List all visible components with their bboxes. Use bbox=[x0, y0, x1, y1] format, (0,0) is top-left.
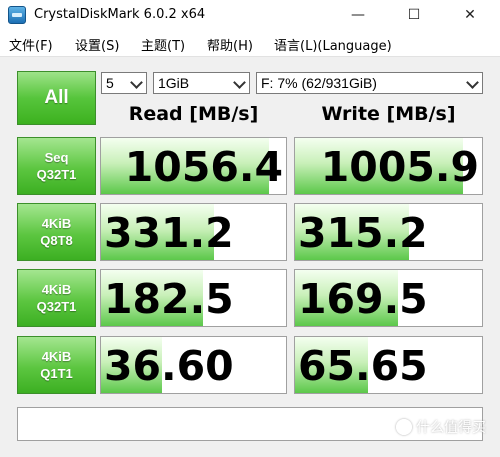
write-result-cell: 169.5 bbox=[294, 269, 483, 327]
write-result-value: 315.2 bbox=[298, 208, 428, 257]
menu-help[interactable]: 帮助(H) bbox=[207, 35, 253, 54]
4kib-q8t8-button[interactable]: 4KiB Q8T8 bbox=[17, 203, 96, 261]
test-label-line2: Q8T8 bbox=[40, 233, 73, 248]
close-button[interactable]: ✕ bbox=[450, 0, 490, 30]
title-bar: CrystalDiskMark 6.0.2 x64 — ☐ ✕ bbox=[0, 0, 500, 30]
menu-settings[interactable]: 设置(S) bbox=[75, 35, 119, 54]
test-label-line2: Q32T1 bbox=[36, 299, 77, 314]
test-size-value: 1GiB bbox=[158, 75, 190, 91]
write-result-value: 1005.9 bbox=[320, 142, 479, 191]
test-label-line2: Q1T1 bbox=[40, 366, 73, 381]
read-result-cell: 1056.4 bbox=[100, 137, 287, 195]
test-label-line1: 4KiB bbox=[41, 216, 72, 231]
drive-select[interactable]: F: 7% (62/931GiB) bbox=[256, 72, 483, 94]
write-result-cell: 1005.9 bbox=[294, 137, 483, 195]
read-result-cell: 331.2 bbox=[100, 203, 287, 261]
watermark: 什么值得买 bbox=[396, 417, 486, 437]
minimize-button[interactable]: — bbox=[338, 0, 378, 30]
write-result-value: 65.65 bbox=[298, 341, 428, 390]
read-result-value: 182.5 bbox=[104, 274, 234, 323]
chevron-down-icon bbox=[130, 76, 143, 89]
menu-theme[interactable]: 主题(T) bbox=[141, 35, 185, 54]
chevron-down-icon bbox=[466, 76, 479, 89]
test-label-line1: Seq bbox=[44, 150, 69, 165]
runs-select[interactable]: 5 bbox=[101, 72, 147, 94]
test-label-line2: Q32T1 bbox=[36, 167, 77, 182]
test-size-select[interactable]: 1GiB bbox=[153, 72, 250, 94]
chevron-down-icon bbox=[233, 76, 246, 89]
test-label-line1: 4KiB bbox=[41, 349, 72, 364]
drive-value: F: 7% (62/931GiB) bbox=[261, 75, 377, 91]
write-result-cell: 65.65 bbox=[294, 336, 483, 394]
write-result-cell: 315.2 bbox=[294, 203, 483, 261]
maximize-button[interactable]: ☐ bbox=[394, 0, 434, 30]
read-column-header: Read [MB/s] bbox=[128, 103, 259, 125]
menu-bar: 文件(F) 设置(S) 主题(T) 帮助(H) 语言(L)(Language) bbox=[0, 30, 500, 56]
watermark-logo-icon bbox=[396, 419, 412, 435]
seq-q32t1-button[interactable]: Seq Q32T1 bbox=[17, 137, 96, 195]
4kib-q32t1-button[interactable]: 4KiB Q32T1 bbox=[17, 269, 96, 327]
window-title: CrystalDiskMark 6.0.2 x64 bbox=[34, 7, 206, 22]
read-result-cell: 36.60 bbox=[100, 336, 287, 394]
test-label-line1: 4KiB bbox=[41, 282, 72, 297]
read-result-value: 36.60 bbox=[104, 341, 234, 390]
4kib-q1t1-button[interactable]: 4KiB Q1T1 bbox=[17, 336, 96, 394]
read-result-value: 1056.4 bbox=[124, 142, 283, 191]
read-result-cell: 182.5 bbox=[100, 269, 287, 327]
watermark-text: 什么值得买 bbox=[416, 420, 486, 436]
read-result-value: 331.2 bbox=[104, 208, 234, 257]
crystaldiskmark-app-icon bbox=[8, 6, 26, 24]
all-button[interactable]: All bbox=[17, 71, 96, 125]
menu-language[interactable]: 语言(L)(Language) bbox=[274, 35, 392, 54]
write-result-value: 169.5 bbox=[298, 274, 428, 323]
menu-file[interactable]: 文件(F) bbox=[9, 35, 53, 54]
runs-value: 5 bbox=[106, 75, 114, 91]
write-column-header: Write [MB/s] bbox=[321, 103, 456, 125]
